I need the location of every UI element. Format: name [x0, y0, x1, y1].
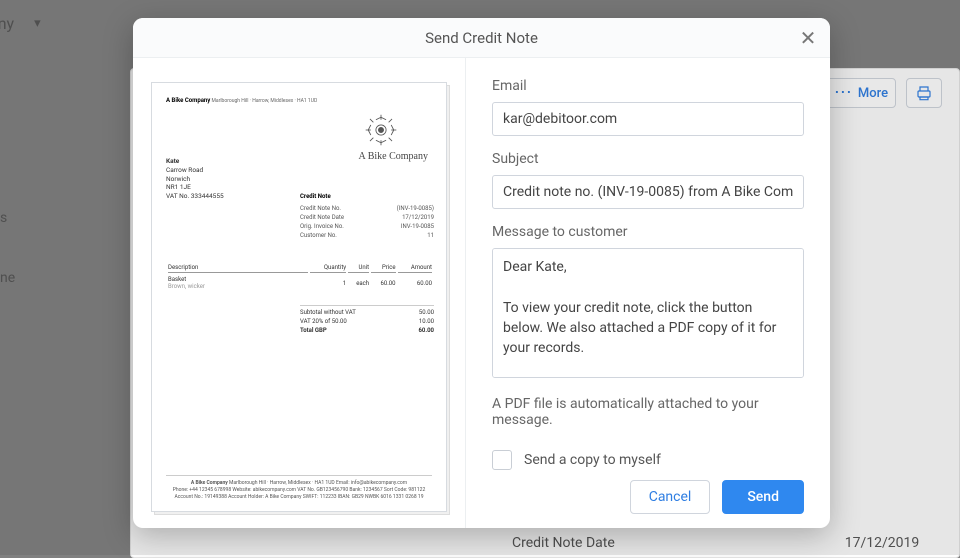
send-credit-note-modal: Send Credit Note ✕ A Bike Company Marlbo… — [133, 18, 830, 528]
email-label: Email — [492, 78, 804, 94]
subject-field[interactable] — [492, 175, 804, 209]
gear-logo-icon — [364, 113, 398, 147]
subject-label: Subject — [492, 151, 804, 167]
close-icon: ✕ — [800, 26, 817, 50]
copy-self-checkbox[interactable] — [492, 450, 512, 470]
close-button[interactable]: ✕ — [794, 24, 822, 52]
email-field[interactable] — [492, 102, 804, 136]
preview-totals: Subtotal without VAT50.00 VAT 20% of 50.… — [300, 303, 434, 335]
pdf-preview[interactable]: A Bike Company Marlborough Hill · Harrow… — [151, 82, 447, 512]
modal-actions: Cancel Send — [492, 470, 804, 514]
preview-from-line: A Bike Company Marlborough Hill · Harrow… — [166, 97, 432, 104]
preview-credit-note-meta: Credit Note Credit Note No.(INV-19-0085)… — [300, 193, 434, 240]
copy-self-row[interactable]: Send a copy to myself — [492, 450, 804, 470]
cancel-button[interactable]: Cancel — [630, 480, 711, 514]
preview-line-items: Description Quantity Unit Price Amount B… — [166, 261, 434, 293]
send-button[interactable]: Send — [722, 480, 804, 514]
pdf-preview-column: A Bike Company Marlborough Hill · Harrow… — [133, 58, 466, 528]
preview-company-name: A Bike Company — [359, 151, 428, 162]
preview-recipient: Kate Carrow Road Norwich NR1 1JE VAT No.… — [166, 157, 224, 201]
modal-header: Send Credit Note ✕ — [133, 18, 830, 58]
message-label: Message to customer — [492, 224, 804, 240]
modal-title: Send Credit Note — [425, 29, 538, 47]
send-form: Email Subject Message to customer A PDF … — [466, 58, 830, 528]
message-field[interactable] — [492, 248, 804, 378]
preview-footer: A Bike Company Marlborough Hill · Harrow… — [166, 475, 432, 501]
attachment-hint: A PDF file is automatically attached to … — [492, 396, 804, 428]
copy-self-label: Send a copy to myself — [524, 452, 661, 468]
